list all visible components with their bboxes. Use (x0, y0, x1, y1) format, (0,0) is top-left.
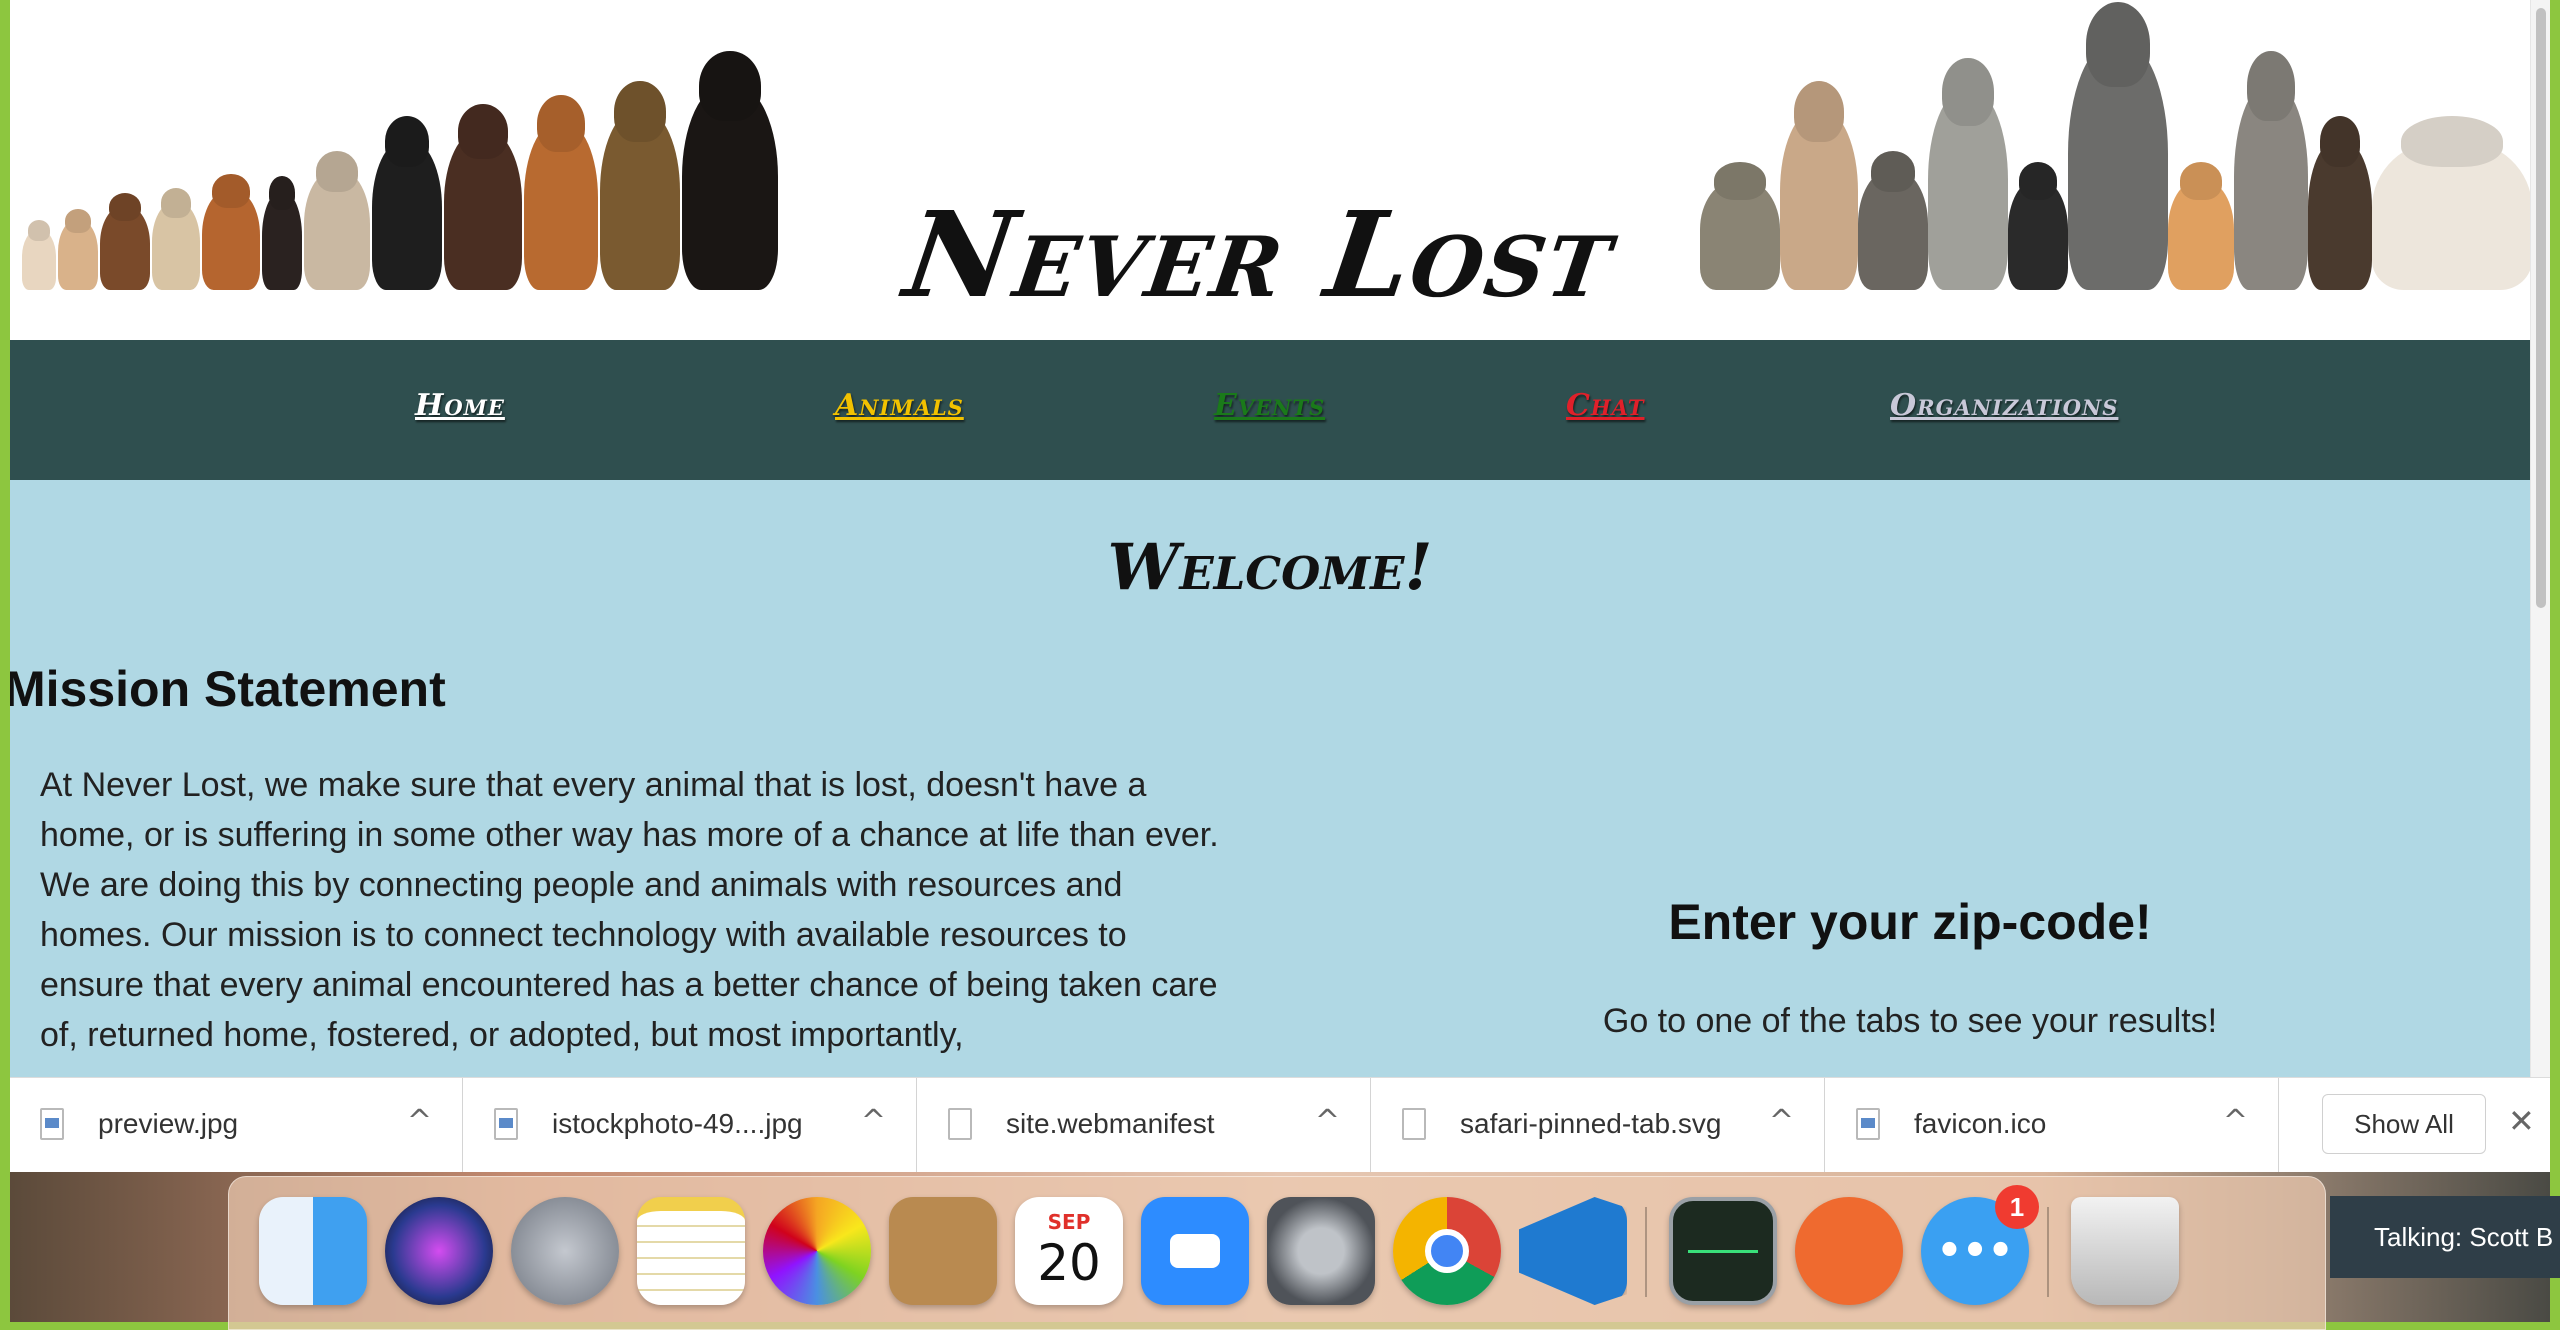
calendar-icon[interactable]: SEP 20 (1015, 1197, 1123, 1305)
main-navigation: Home Animals Events Chat Organizations (10, 340, 2530, 480)
blank-file-icon (948, 1108, 972, 1140)
browser-viewport: Never Lost Home Animals Events Chat Orga… (10, 0, 2550, 1077)
cats-banner-image (1700, 20, 2532, 290)
contacts-icon[interactable] (889, 1197, 997, 1305)
show-all-button[interactable]: Show All (2322, 1094, 2486, 1154)
zoom-icon[interactable] (1141, 1197, 1249, 1305)
nav-animals-link[interactable]: Animals (835, 388, 964, 423)
page-scrollbar[interactable] (2530, 0, 2550, 1077)
siri-icon[interactable] (385, 1197, 493, 1305)
mission-heading: Mission Statement (10, 661, 446, 717)
launchpad-icon[interactable] (511, 1197, 619, 1305)
dock: SEP 20 ••• 1 (228, 1176, 2326, 1330)
download-item[interactable]: istockphoto-49....jpg ^ (464, 1078, 917, 1173)
chevron-up-icon[interactable]: ^ (2223, 1104, 2248, 1139)
dock-separator (1645, 1207, 1647, 1297)
calendar-month: SEP (1047, 1210, 1091, 1234)
postman-icon[interactable] (1795, 1197, 1903, 1305)
download-filename: safari-pinned-tab.svg (1460, 1108, 1722, 1139)
scrollbar-thumb[interactable] (2536, 8, 2546, 608)
zip-code-heading: Enter your zip-code! (1668, 894, 2152, 950)
chevron-up-icon[interactable]: ^ (407, 1104, 432, 1139)
mission-text: At Never Lost, we make sure that every a… (40, 766, 1219, 1054)
download-filename: favicon.ico (1914, 1108, 2047, 1139)
photos-icon[interactable] (763, 1197, 871, 1305)
site-title: Never Lost (897, 185, 1623, 324)
notes-icon[interactable] (637, 1197, 745, 1305)
jpg-file-icon (40, 1108, 64, 1140)
text-file-icon (1402, 1108, 1426, 1140)
chevron-up-icon[interactable]: ^ (1769, 1104, 1794, 1139)
vscode-icon[interactable] (1519, 1197, 1627, 1305)
nav-home-link[interactable]: Home (415, 388, 505, 423)
download-item[interactable]: safari-pinned-tab.svg ^ (1372, 1078, 1825, 1173)
zoom-talking-indicator: Talking: Scott B (2330, 1196, 2560, 1278)
chevron-up-icon[interactable]: ^ (861, 1104, 886, 1139)
chrome-icon[interactable] (1393, 1197, 1501, 1305)
finder-icon[interactable] (259, 1197, 367, 1305)
nav-organizations-link[interactable]: Organizations (1890, 388, 2118, 423)
jpg-file-icon (494, 1108, 518, 1140)
download-filename: preview.jpg (98, 1108, 239, 1139)
activity-monitor-icon[interactable] (1669, 1197, 1777, 1305)
trash-icon[interactable] (2071, 1197, 2179, 1305)
chevron-up-icon[interactable]: ^ (1315, 1104, 1340, 1139)
site-banner: Never Lost (10, 0, 2532, 340)
messages-icon[interactable]: ••• 1 (1921, 1185, 2039, 1305)
download-item[interactable]: preview.jpg ^ (10, 1078, 463, 1173)
download-filename: istockphoto-49....jpg (552, 1108, 803, 1139)
calendar-day: 20 (1037, 1234, 1101, 1292)
nav-chat-link[interactable]: Chat (1566, 388, 1645, 423)
nav-events-link[interactable]: Events (1214, 388, 1325, 423)
zip-code-instructions: Go to one of the tabs to see your result… (1602, 1002, 2218, 1040)
download-filename: site.webmanifest (1006, 1108, 1215, 1139)
download-item[interactable]: favicon.ico ^ (1826, 1078, 2279, 1173)
close-icon[interactable]: ✕ (2508, 1102, 2535, 1140)
downloads-bar: preview.jpg ^ istockphoto-49....jpg ^ si… (10, 1077, 2550, 1173)
download-item[interactable]: site.webmanifest ^ (918, 1078, 1371, 1173)
dock-separator (2047, 1207, 2049, 1297)
notification-badge: 1 (1995, 1185, 2039, 1229)
system-preferences-icon[interactable] (1267, 1197, 1375, 1305)
dogs-banner-image (22, 80, 778, 290)
ico-file-icon (1856, 1108, 1880, 1140)
welcome-heading: Welcome! (1107, 530, 1433, 605)
